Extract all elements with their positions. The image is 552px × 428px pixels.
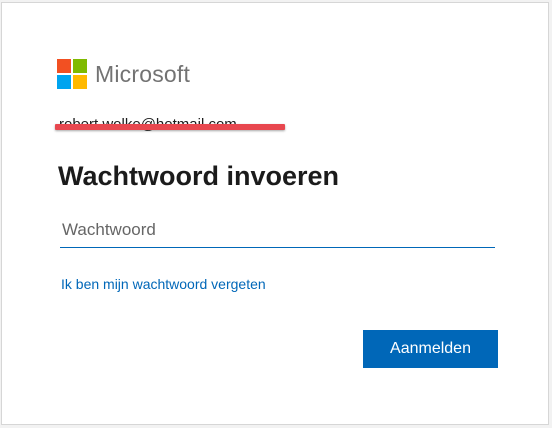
brand-name: Microsoft <box>95 61 191 87</box>
password-input[interactable] <box>60 212 495 248</box>
microsoft-logo-icon <box>57 59 87 89</box>
logo-square-blue <box>57 75 71 89</box>
microsoft-logo: Microsoft <box>57 59 190 89</box>
sign-in-button[interactable]: Aanmelden <box>363 330 498 368</box>
logo-square-green <box>73 59 87 73</box>
logo-square-yellow <box>73 75 87 89</box>
redaction-bar <box>55 124 285 130</box>
logo-square-red <box>57 59 71 73</box>
forgot-password-link[interactable]: Ik ben mijn wachtwoord vergeten <box>61 276 266 292</box>
page-title: Wachtwoord invoeren <box>58 161 340 191</box>
signin-card: Microsoft robert.wolke@hotmail.com Wacht… <box>1 2 549 425</box>
